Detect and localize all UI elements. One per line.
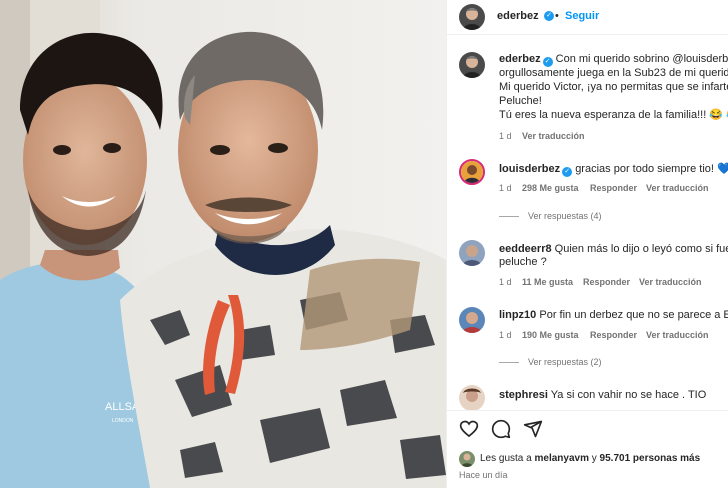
translate-link[interactable]: Ver traducción <box>646 330 709 340</box>
caption-text: Con mi querido sobrino @louisderbez <box>555 53 728 65</box>
photo-illustration: ALLSAINTS LONDON <box>0 0 446 488</box>
comment-text-line-2: peluche ? <box>499 256 547 268</box>
likes-middle: y <box>591 453 597 464</box>
caption-author-username[interactable]: ederbez <box>499 53 541 65</box>
caption-line-5: Tú eres la nueva esperanza de la familia… <box>499 109 728 121</box>
comment-text: Ya si con vahir no se hace . TIO <box>550 389 707 401</box>
view-replies-label: Ver respuestas (2) <box>528 357 602 367</box>
comment-body: stephresi Ya si con vahir no se hace . T… <box>499 389 706 402</box>
comment-likes[interactable]: 190 Me gusta <box>522 330 579 340</box>
comment-avatar[interactable] <box>459 159 485 185</box>
share-icon[interactable] <box>523 419 543 444</box>
caption-line-2: orgullosamente juega en la Sub23 de mi q… <box>499 67 728 79</box>
view-replies-button[interactable]: Ver respuestas (4) <box>499 211 602 221</box>
comment-username[interactable]: stephresi <box>499 389 548 401</box>
comment-avatar[interactable] <box>459 307 485 333</box>
comment-likes[interactable]: 298 Me gusta <box>522 183 579 193</box>
caption-translate-link[interactable]: Ver traducción <box>522 131 585 141</box>
comment-text: gracias por todo siempre tio! 💙 <box>575 163 728 175</box>
verified-icon: ✓ <box>562 167 573 177</box>
comment-body: louisderbez ✓ gracias por todo siempre ti… <box>499 163 728 177</box>
shirt-text-bottom: LONDON <box>112 418 134 424</box>
translate-link[interactable]: Ver traducción <box>639 277 702 287</box>
post-side-panel: ederbez ✓ • Seguir ederbez ✓ Con mi queri… <box>446 0 728 488</box>
comment-text: Por fin un derbez que no se parece a Eu <box>539 309 728 321</box>
comment-avatar[interactable] <box>459 385 485 411</box>
caption-line-3: Mi querido Victor, ¡ya no permitas que s… <box>499 81 728 93</box>
reply-button[interactable]: Responder <box>583 277 630 287</box>
translate-link[interactable]: Ver traducción <box>646 183 709 193</box>
reply-button[interactable]: Responder <box>590 183 637 193</box>
action-bar: Les gusta a melanyavm y 95.701 personas … <box>447 410 728 488</box>
caption-author-avatar[interactable] <box>459 52 485 78</box>
comment-time[interactable]: 1 d <box>499 183 512 193</box>
comment-time[interactable]: 1 d <box>499 277 512 287</box>
separator-dot: • <box>555 10 559 22</box>
comment-text: Quien más lo dijo o leyó como si fue <box>554 243 728 255</box>
verified-icon: ✓ <box>544 11 554 21</box>
author-username[interactable]: ederbez <box>497 10 539 22</box>
comment-icon[interactable] <box>491 419 511 444</box>
comment-body: eeddeerr8 Quien más lo dijo o leyó como … <box>499 243 728 256</box>
post-header: ederbez ✓ • Seguir <box>447 0 728 35</box>
view-replies-button[interactable]: Ver respuestas (2) <box>499 357 602 367</box>
post-time[interactable]: Hace un día <box>459 470 508 480</box>
likes-prefix: Les gusta a <box>480 453 532 464</box>
likes-count-link[interactable]: 95.701 personas más <box>600 453 701 464</box>
liker-avatar[interactable] <box>459 451 475 467</box>
caption-line-1: ederbez ✓ Con mi querido sobrino @louisde… <box>499 53 728 67</box>
caption-time[interactable]: 1 d <box>499 131 512 141</box>
comment-username[interactable]: eeddeerr8 <box>499 243 552 255</box>
likes-summary: Les gusta a melanyavm y 95.701 personas … <box>480 453 700 464</box>
heart-icon[interactable] <box>459 419 479 444</box>
follow-button[interactable]: Seguir <box>565 10 599 22</box>
author-avatar[interactable] <box>459 4 485 30</box>
liker-username[interactable]: melanyavm <box>535 453 589 464</box>
reply-button[interactable]: Responder <box>590 330 637 340</box>
comment-username[interactable]: linpz10 <box>499 309 536 321</box>
instagram-post: ALLSAINTS LONDON ederbez ✓ • Seguir eder… <box>0 0 728 488</box>
comment-avatar[interactable] <box>459 240 485 266</box>
comment-likes[interactable]: 11 Me gusta <box>522 277 573 287</box>
post-photo[interactable]: ALLSAINTS LONDON <box>0 0 446 488</box>
caption-line-4: Peluche! <box>499 95 542 107</box>
view-replies-label: Ver respuestas (4) <box>528 211 602 221</box>
comment-username[interactable]: louisderbez <box>499 163 560 175</box>
comment-body: linpz10 Por fin un derbez que no se pare… <box>499 309 728 322</box>
verified-icon: ✓ <box>542 57 553 67</box>
comment-time[interactable]: 1 d <box>499 330 512 340</box>
